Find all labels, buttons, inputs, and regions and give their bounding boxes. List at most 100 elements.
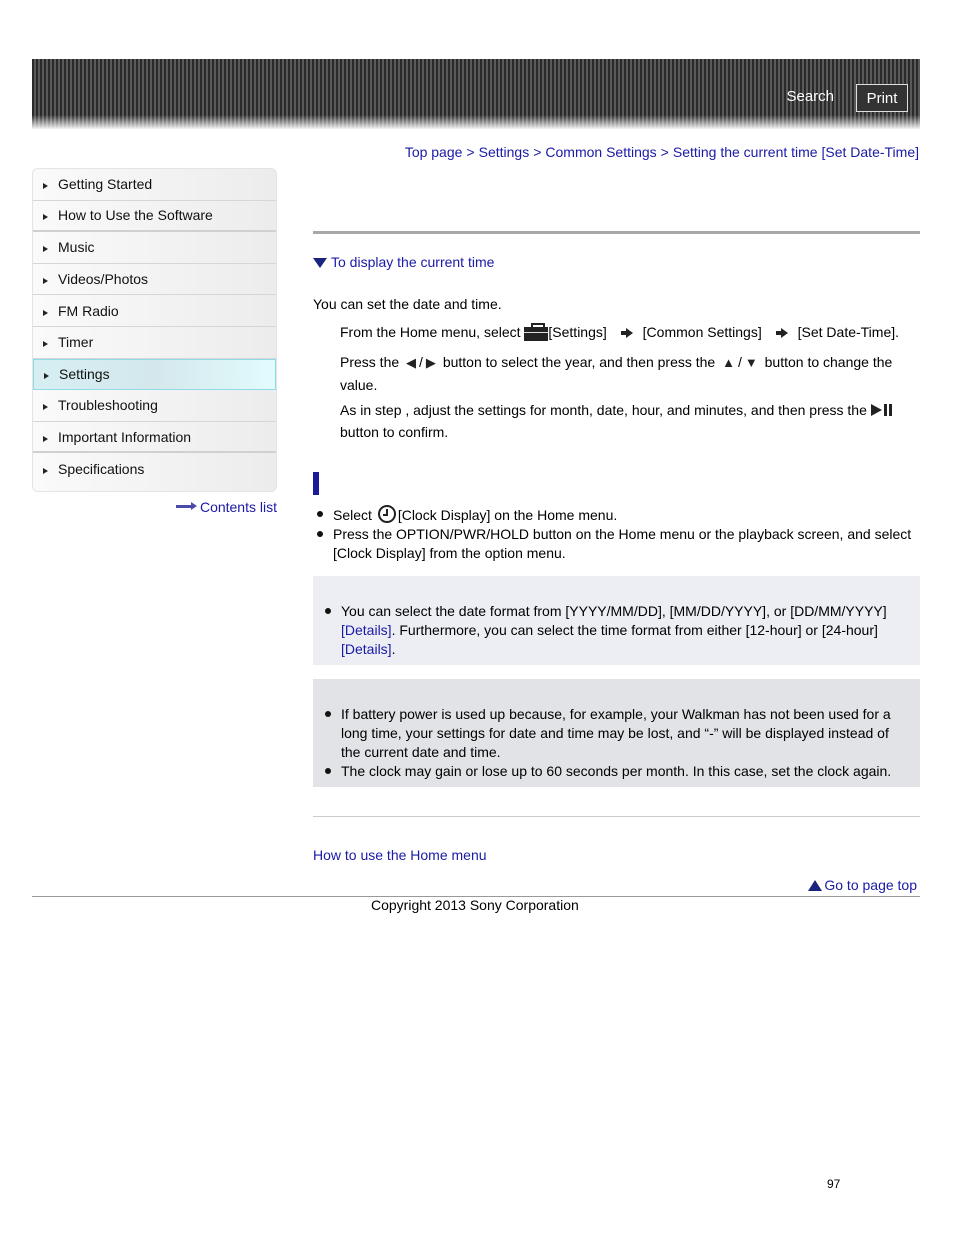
triangle-right-icon xyxy=(43,468,48,475)
sidebar-item-label: Getting Started xyxy=(58,176,153,193)
print-button[interactable]: Print xyxy=(856,84,908,112)
details-link-time-format[interactable]: [Details] xyxy=(341,641,392,657)
sidebar-item-label: FM Radio xyxy=(58,302,119,319)
sidebar-item-settings[interactable]: Settings xyxy=(33,358,276,391)
sidebar-item-timer[interactable]: Timer xyxy=(33,327,276,359)
breadcrumb-top-page[interactable]: Top page xyxy=(405,144,463,160)
sidebar-item-music[interactable]: Music xyxy=(33,232,276,264)
list-item: Press the OPTION/PWR/HOLD button on the … xyxy=(313,525,920,563)
step-2: Press the ◀ / ▶ button to select the year,… xyxy=(340,351,925,396)
related-link-home-menu[interactable]: How to use the Home menu xyxy=(313,847,487,863)
intro-text: You can set the date and time. xyxy=(313,296,502,312)
hint-text: . xyxy=(391,641,396,657)
sidebar-item-label: Important Information xyxy=(58,428,192,445)
page-number: 97 xyxy=(827,1177,841,1191)
bullet-text: Select xyxy=(333,507,372,523)
step-3: As in step , adjust the settings for mon… xyxy=(340,399,925,443)
arrow-right-icon xyxy=(775,328,788,338)
note-text: The clock may gain or lose up to 60 seco… xyxy=(341,763,892,779)
arrow-right-icon xyxy=(175,502,198,511)
list-item: You can select the date format from [YYY… xyxy=(321,602,900,659)
breadcrumb-separator: > xyxy=(466,144,475,160)
anchor-link-label: To display the current time xyxy=(331,254,495,270)
breadcrumb-separator: > xyxy=(660,144,669,160)
bullet-icon xyxy=(321,705,341,762)
display-time-bullets: Select [Clock Display] on the Home menu.… xyxy=(313,505,920,563)
triangle-right-icon xyxy=(43,309,48,316)
bullet-text: [Clock Display] on the Home menu. xyxy=(397,507,618,523)
contents-list-link[interactable]: Contents list xyxy=(175,499,277,515)
search-link[interactable]: Search xyxy=(786,88,834,105)
related-divider xyxy=(313,816,920,817)
down-button-icon: ▼ xyxy=(744,355,758,370)
sidebar-item-label: How to Use the Software xyxy=(58,207,213,224)
hint-text: . Furthermore, you can select the time f… xyxy=(391,622,878,638)
step-1-text: From the Home menu, select xyxy=(340,324,521,340)
step-1-set-date-time: [Set Date-Time]. xyxy=(797,324,900,340)
details-link-date-format[interactable]: [Details] xyxy=(341,622,392,638)
left-button-icon: ◀ xyxy=(406,355,417,370)
slash: / xyxy=(737,354,742,370)
step-3-text: button to confirm. xyxy=(340,424,449,440)
triangle-right-icon xyxy=(43,278,48,285)
section-heading-bar xyxy=(313,472,319,495)
breadcrumb-common-settings[interactable]: Common Settings xyxy=(545,144,656,160)
breadcrumb-current-page[interactable]: Setting the current time [Set Date-Time] xyxy=(673,144,919,160)
sidebar-item-getting-started[interactable]: Getting Started xyxy=(33,169,276,201)
slash: / xyxy=(419,354,423,370)
sidebar-nav: Getting Started How to Use the Software … xyxy=(32,168,277,492)
triangle-right-icon xyxy=(43,404,48,411)
right-button-icon: ▶ xyxy=(425,355,436,370)
step-3-text: As in step , adjust the settings for mon… xyxy=(340,402,867,418)
triangle-right-icon xyxy=(43,246,48,253)
bullet-text: Press the OPTION/PWR/HOLD button on the … xyxy=(333,526,912,561)
sidebar-item-how-to-use-software[interactable]: How to Use the Software xyxy=(33,201,276,233)
play-pause-icon xyxy=(870,404,895,416)
list-item: Select [Clock Display] on the Home menu. xyxy=(313,505,920,525)
triangle-right-icon xyxy=(43,435,48,442)
triangle-right-icon xyxy=(44,373,49,380)
step-1: From the Home menu, select [Settings] [C… xyxy=(340,321,925,343)
up-button-icon: ▲ xyxy=(722,355,735,370)
bullet-icon xyxy=(321,602,341,659)
sidebar-item-label: Specifications xyxy=(58,461,145,478)
breadcrumb-separator: > xyxy=(533,144,542,160)
note-box: If battery power is used up because, for… xyxy=(313,679,920,787)
bullet-icon xyxy=(313,505,333,525)
triangle-right-icon xyxy=(43,341,48,348)
step-2-text: button to select the year, and then pres… xyxy=(442,354,716,370)
sidebar-item-label: Music xyxy=(58,239,95,256)
title-divider xyxy=(313,231,920,234)
arrow-right-icon xyxy=(620,328,633,338)
sidebar-item-specifications[interactable]: Specifications xyxy=(33,453,276,485)
breadcrumb: Top page > Settings > Common Settings > Settin… xyxy=(405,144,919,160)
sidebar-item-label: Timer xyxy=(58,334,94,351)
hint-text: You can select the date format from [YYY… xyxy=(341,603,887,619)
triangle-right-icon xyxy=(43,214,48,221)
sidebar-item-fm-radio[interactable]: FM Radio xyxy=(33,295,276,327)
copyright-text: Copyright 2013 Sony Corporation xyxy=(371,897,579,913)
triangle-down-icon xyxy=(313,258,327,268)
sidebar-item-troubleshooting[interactable]: Troubleshooting xyxy=(33,390,276,422)
display-time-anchor-link[interactable]: To display the current time xyxy=(313,254,494,270)
list-item: The clock may gain or lose up to 60 seco… xyxy=(321,762,900,781)
bullet-icon xyxy=(321,762,341,781)
sidebar-item-label: Settings xyxy=(59,366,110,383)
breadcrumb-settings[interactable]: Settings xyxy=(479,144,530,160)
sidebar-item-videos-photos[interactable]: Videos/Photos xyxy=(33,264,276,296)
bullet-icon xyxy=(313,525,333,563)
triangle-up-icon xyxy=(808,879,823,891)
note-text: If battery power is used up because, for… xyxy=(341,706,891,760)
sidebar-item-important-information[interactable]: Important Information xyxy=(33,422,276,454)
step-2-text: Press the xyxy=(340,354,400,370)
step-1-settings: [Settings] xyxy=(548,324,607,340)
header-banner: Search Print xyxy=(32,59,920,129)
list-item: If battery power is used up because, for… xyxy=(321,705,900,762)
contents-list-label: Contents list xyxy=(199,499,277,515)
clock-icon xyxy=(377,505,396,523)
toolbox-settings-icon xyxy=(524,323,549,341)
go-to-page-top-link[interactable]: Go to page top xyxy=(808,877,917,893)
hint-box: You can select the date format from [YYY… xyxy=(313,576,920,665)
step-1-common-settings: [Common Settings] xyxy=(642,324,762,340)
triangle-right-icon xyxy=(43,183,48,190)
